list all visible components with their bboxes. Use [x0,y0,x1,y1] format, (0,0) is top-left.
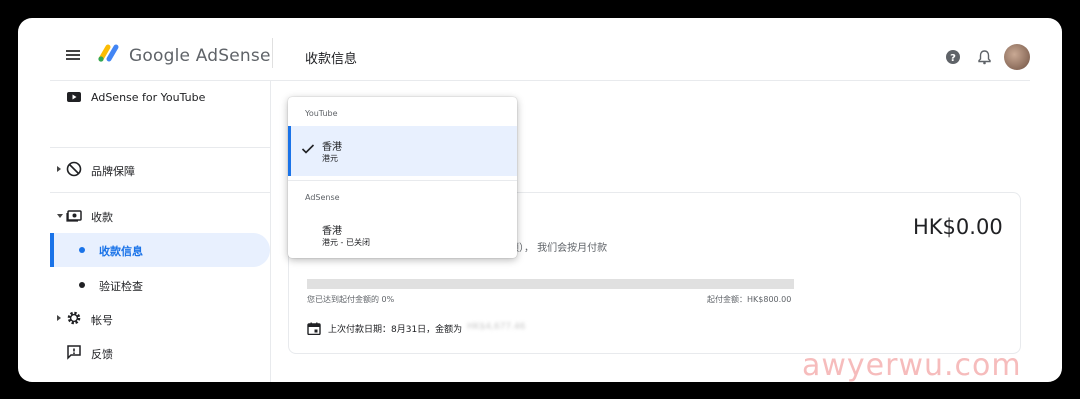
user-avatar[interactable] [1004,44,1030,70]
youtube-icon [67,92,81,102]
notification-bell-icon[interactable] [977,49,992,65]
chevron-right-icon [57,166,61,172]
app-window: Google AdSense 收款信息 ? AdSense for YouTub… [18,18,1062,382]
brand-name: Google AdSense [129,46,271,66]
sidebar-item-label: 收款信息 [99,245,143,258]
sidebar-item-adsense-for-youtube[interactable]: AdSense for YouTube [50,81,270,115]
sidebar-divider [50,147,270,148]
sidebar-item-label: 收款 [91,211,113,224]
active-indicator [50,233,54,267]
option-subtitle: 港元 - 已关闭 [322,238,370,247]
page-title: 收款信息 [305,52,358,67]
top-bar: Google AdSense 收款信息 ? [18,18,1062,80]
svg-text:?: ? [950,53,956,64]
calendar-icon [307,322,321,335]
dropdown-option[interactable]: 香港 港元 - 已关闭 [288,213,517,253]
adsense-logo [98,44,119,62]
last-payment-amount: HK$4,677.46 [467,322,526,332]
sidebar-item-label: 品牌保障 [91,165,135,178]
chevron-right-icon [57,315,61,321]
sidebar-item-brand-safety[interactable]: 品牌保障 [50,153,270,187]
sidebar-item-account[interactable]: 帐号 [50,302,270,336]
menu-icon[interactable] [66,50,80,60]
gear-icon [67,311,81,325]
sidebar-item-feedback[interactable]: 反馈 [50,336,270,370]
sidebar-item-label: 验证检查 [99,280,143,293]
checkmark-icon [301,144,315,154]
option-title: 香港 [322,142,342,153]
help-icon[interactable]: ? [945,49,961,65]
bullet-icon [79,247,85,253]
sidebar: AdSense for YouTube 品牌保障 收款 收款信息 验证检查 帐号 [50,81,270,382]
bullet-icon [79,282,85,288]
option-title: 香港 [322,226,342,237]
progress-percent-text: 您已达到起付金额的 0% [307,295,395,304]
last-payment-text: 上次付款日期：8月31日，金额为 [328,325,463,335]
payments-icon [66,210,82,222]
header-divider [272,38,273,68]
sidebar-item-verification[interactable]: 验证检查 [50,268,270,302]
payment-threshold-text: 起付金额：HK$800.00 [707,295,792,304]
option-subtitle: 港元 [322,154,338,163]
dropdown-divider [288,180,517,181]
sidebar-border [270,81,271,382]
sidebar-item-label: AdSense for YouTube [91,91,206,104]
sidebar-divider [50,192,270,193]
dropdown-option-selected[interactable]: 香港 港元 [288,126,517,176]
watermark: awyerwu.com [802,348,1022,383]
balance-amount: HK$0.00 [913,215,1003,239]
sidebar-item-label: 帐号 [91,314,113,327]
threshold-progress-bar [307,279,794,289]
payment-schedule-text: 额）， 我们会按月付款 [509,243,608,254]
sidebar-item-payment-info[interactable]: 收款信息 [50,233,270,267]
chevron-down-icon [57,214,63,218]
sidebar-item-label: 反馈 [91,348,113,361]
feedback-icon [67,345,81,360]
dropdown-group-label: AdSense [305,193,340,202]
block-icon [66,161,82,177]
sidebar-item-payments[interactable]: 收款 [50,199,270,233]
currency-dropdown-menu: YouTube 香港 港元 AdSense 香港 港元 - 已关闭 [288,97,517,258]
selected-indicator [288,126,291,176]
dropdown-group-label: YouTube [305,109,338,118]
